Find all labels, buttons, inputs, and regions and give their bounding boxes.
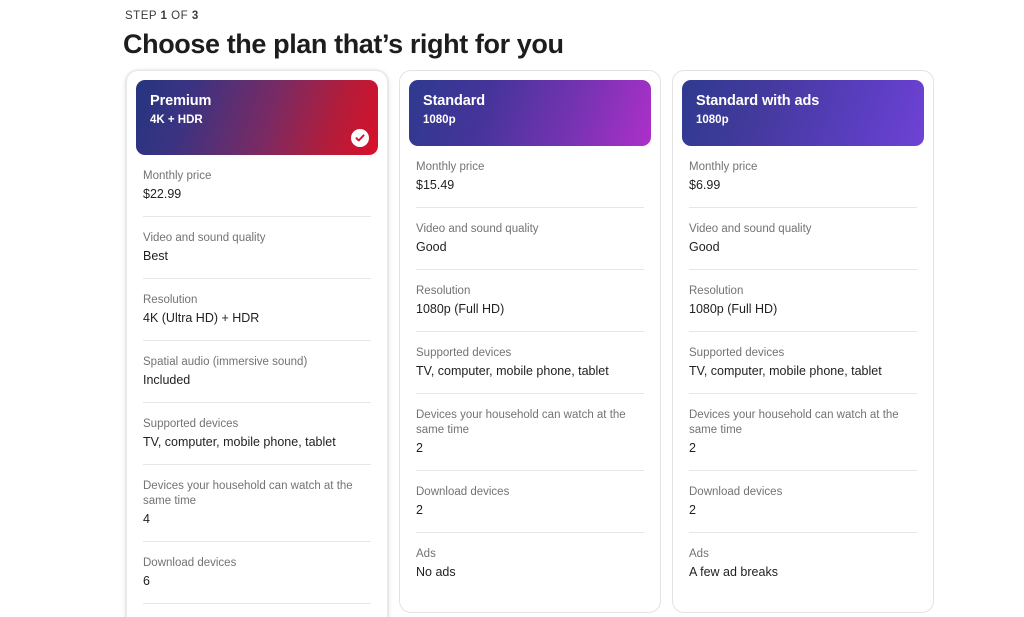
- plan-card-premium[interactable]: Premium 4K + HDR Monthly price $22.99 Vi…: [126, 70, 388, 617]
- plan-card-list: Premium 4K + HDR Monthly price $22.99 Vi…: [126, 70, 934, 617]
- feature-value: 4K (Ultra HD) + HDR: [143, 311, 260, 325]
- feature-label: Resolution: [416, 285, 471, 297]
- feature-label: Supported devices: [689, 347, 785, 359]
- plan-card-header-standard: Standard 1080p: [409, 80, 651, 146]
- feature-label: Download devices: [689, 486, 783, 498]
- feature-label: Devices your household can watch at the …: [416, 409, 626, 436]
- feature-row: Devices your household can watch at the …: [416, 394, 644, 471]
- plan-subtitle: 4K + HDR: [150, 114, 203, 126]
- page-title: Choose the plan that’s right for you: [123, 29, 564, 59]
- plan-name: Standard with ads: [696, 93, 820, 109]
- feature-value: A few ad breaks: [689, 565, 778, 579]
- plan-name: Premium: [150, 93, 212, 109]
- plan-name: Standard: [423, 93, 486, 109]
- feature-label: Ads: [689, 548, 709, 560]
- feature-label: Monthly price: [689, 161, 758, 173]
- feature-row: Download devices 2: [689, 471, 917, 533]
- feature-label: Supported devices: [416, 347, 512, 359]
- feature-label: Resolution: [143, 294, 198, 306]
- plan-card-standard[interactable]: Standard 1080p Monthly price $15.49 Vide…: [399, 70, 661, 613]
- feature-row: Spatial audio (immersive sound) Included: [143, 341, 371, 403]
- feature-row: Monthly price $22.99: [143, 155, 371, 217]
- feature-value: $22.99: [143, 187, 182, 201]
- feature-value: 2: [416, 441, 423, 455]
- feature-value: 1080p (Full HD): [416, 302, 505, 316]
- feature-value: $6.99: [689, 178, 721, 192]
- feature-label: Devices your household can watch at the …: [689, 409, 899, 436]
- feature-row: Supported devices TV, computer, mobile p…: [416, 332, 644, 394]
- plan-features-standard-with-ads: Monthly price $6.99 Video and sound qual…: [682, 146, 924, 594]
- feature-value: Included: [143, 373, 191, 387]
- plan-subtitle: 1080p: [423, 114, 456, 126]
- feature-row: Video and sound quality Best: [143, 217, 371, 279]
- feature-value: TV, computer, mobile phone, tablet: [416, 364, 609, 378]
- feature-label: Monthly price: [143, 170, 212, 182]
- step-middle: OF: [167, 10, 192, 22]
- feature-row: Video and sound quality Good: [416, 208, 644, 270]
- feature-label: Video and sound quality: [416, 223, 539, 235]
- feature-value: Good: [689, 240, 720, 254]
- feature-value: 6: [143, 574, 150, 588]
- feature-row: Devices your household can watch at the …: [143, 465, 371, 542]
- feature-row: Monthly price $15.49: [416, 146, 644, 208]
- feature-row: Ads No ads: [416, 533, 644, 594]
- feature-row: Resolution 1080p (Full HD): [416, 270, 644, 332]
- feature-value: 2: [689, 441, 696, 455]
- feature-label: Supported devices: [143, 418, 239, 430]
- feature-row: Download devices 6: [143, 542, 371, 604]
- feature-value: 1080p (Full HD): [689, 302, 778, 316]
- feature-row: Monthly price $6.99: [689, 146, 917, 208]
- feature-row: Download devices 2: [416, 471, 644, 533]
- feature-label: Ads: [416, 548, 436, 560]
- feature-row: Ads A few ad breaks: [689, 533, 917, 594]
- plan-card-header-standard-with-ads: Standard with ads 1080p: [682, 80, 924, 146]
- feature-value: TV, computer, mobile phone, tablet: [689, 364, 882, 378]
- feature-label: Spatial audio (immersive sound): [143, 356, 308, 368]
- feature-label: Resolution: [689, 285, 744, 297]
- feature-row: Devices your household can watch at the …: [689, 394, 917, 471]
- feature-label: Devices your household can watch at the …: [143, 480, 353, 507]
- feature-label: Monthly price: [416, 161, 485, 173]
- plan-features-premium: Monthly price $22.99 Video and sound qua…: [136, 155, 378, 617]
- feature-value: No ads: [416, 565, 456, 579]
- plan-subtitle: 1080p: [696, 114, 729, 126]
- feature-value: $15.49: [416, 178, 455, 192]
- feature-row: Supported devices TV, computer, mobile p…: [689, 332, 917, 394]
- feature-label: Download devices: [416, 486, 510, 498]
- plan-card-header-premium: Premium 4K + HDR: [136, 80, 378, 155]
- feature-value: 4: [143, 512, 150, 526]
- feature-value: TV, computer, mobile phone, tablet: [143, 435, 336, 449]
- feature-row: Resolution 4K (Ultra HD) + HDR: [143, 279, 371, 341]
- feature-row: Resolution 1080p (Full HD): [689, 270, 917, 332]
- feature-value: 2: [416, 503, 423, 517]
- feature-label: Video and sound quality: [689, 223, 812, 235]
- step-indicator: STEP 1 OF 3: [125, 10, 199, 22]
- feature-value: 2: [689, 503, 696, 517]
- feature-row: Supported devices TV, computer, mobile p…: [143, 403, 371, 465]
- plan-features-standard: Monthly price $15.49 Video and sound qua…: [409, 146, 651, 594]
- step-prefix: STEP: [125, 10, 161, 22]
- feature-row: Video and sound quality Good: [689, 208, 917, 270]
- plan-selection-page: STEP 1 OF 3 Choose the plan that’s right…: [0, 0, 1024, 617]
- feature-label: Video and sound quality: [143, 232, 266, 244]
- feature-label: Download devices: [143, 557, 237, 569]
- feature-value: Good: [416, 240, 447, 254]
- check-circle-icon: [351, 129, 369, 147]
- feature-row: Ads No ads: [143, 604, 371, 617]
- plan-card-standard-with-ads[interactable]: Standard with ads 1080p Monthly price $6…: [672, 70, 934, 613]
- feature-value: Best: [143, 249, 169, 263]
- step-total: 3: [191, 10, 199, 22]
